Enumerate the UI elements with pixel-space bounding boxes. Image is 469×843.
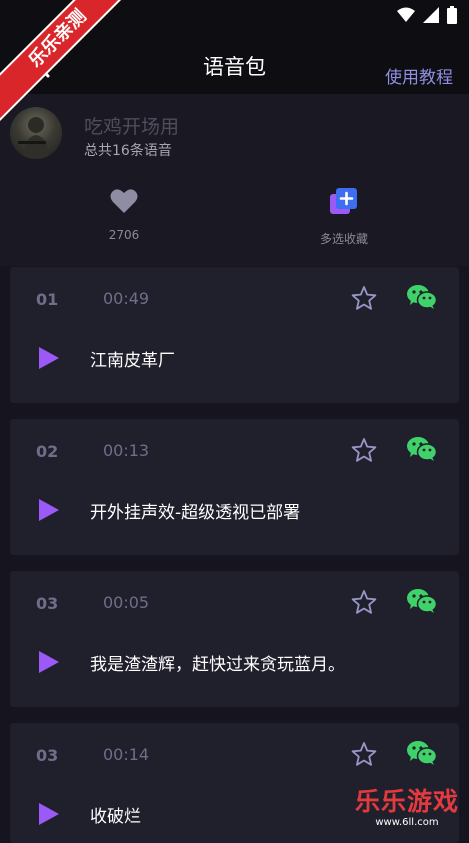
play-icon[interactable] <box>39 347 59 369</box>
like-action[interactable]: 2706 <box>64 188 184 242</box>
star-icon[interactable] <box>351 285 377 311</box>
play-icon[interactable] <box>39 803 59 825</box>
wechat-icon[interactable] <box>407 740 437 766</box>
pack-profile: 吃鸡开场用 总共16条语音 <box>0 94 469 170</box>
like-count: 2706 <box>108 228 140 242</box>
track-duration: 00:14 <box>103 745 150 764</box>
multi-collect-label: 多选收藏 <box>319 232 368 246</box>
multi-collect-icon <box>330 188 357 214</box>
pack-count: 总共16条语音 <box>84 143 172 159</box>
track-index: 03 <box>36 594 59 613</box>
star-icon[interactable] <box>351 741 377 767</box>
signal-icon <box>423 7 439 23</box>
track-index: 02 <box>36 442 59 461</box>
wechat-icon[interactable] <box>407 436 437 462</box>
heart-icon <box>110 189 138 213</box>
pack-name: 吃鸡开场用 <box>84 116 180 138</box>
track-card[interactable]: 01 00:49 江南皮革厂 <box>10 267 459 403</box>
track-card[interactable]: 02 00:13 开外挂声效-超级透视已部署 <box>10 419 459 555</box>
track-index: 03 <box>36 746 59 765</box>
track-name: 开外挂声效-超级透视已部署 <box>90 503 301 523</box>
track-duration: 00:49 <box>103 289 150 308</box>
play-icon[interactable] <box>39 651 59 673</box>
track-name: 收破烂 <box>90 807 141 827</box>
watermark-logo: 乐乐游戏 www.6ll.com <box>349 787 465 831</box>
watermark-title: 乐乐游戏 <box>354 787 459 816</box>
track-index: 01 <box>36 290 59 309</box>
tutorial-link[interactable]: 使用教程 <box>385 63 453 88</box>
track-name: 我是渣渣辉，赶快过来贪玩蓝月。 <box>90 655 345 675</box>
wechat-icon[interactable] <box>407 284 437 310</box>
star-icon[interactable] <box>351 589 377 615</box>
track-card[interactable]: 03 00:05 我是渣渣辉，赶快过来贪玩蓝月。 <box>10 571 459 707</box>
watermark-url: www.6ll.com <box>375 817 439 828</box>
action-bar: 2706 多选收藏 <box>0 170 469 266</box>
multi-collect-action[interactable]: 多选收藏 <box>284 188 404 247</box>
play-icon[interactable] <box>39 499 59 521</box>
avatar <box>10 107 62 159</box>
battery-icon <box>447 6 457 24</box>
wechat-icon[interactable] <box>407 588 437 614</box>
star-icon[interactable] <box>351 437 377 463</box>
track-name: 江南皮革厂 <box>90 351 175 371</box>
wifi-icon <box>397 7 415 22</box>
track-duration: 00:05 <box>103 593 150 612</box>
track-duration: 00:13 <box>103 441 150 460</box>
